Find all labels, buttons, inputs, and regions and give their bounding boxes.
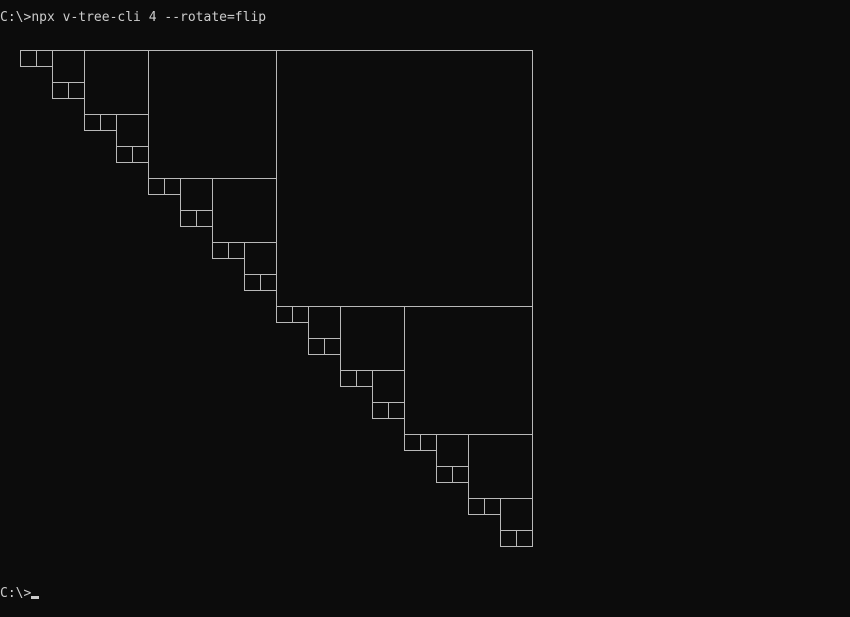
tree-square (340, 306, 405, 371)
tree-square (260, 274, 277, 291)
tree-square (500, 530, 517, 547)
tree-square (228, 242, 245, 259)
tree-square (468, 434, 533, 499)
tree-square (500, 530, 517, 547)
tree-square (484, 498, 501, 515)
tree-square (212, 178, 277, 243)
tree-square (180, 210, 197, 227)
tree-square (68, 82, 85, 99)
tree-square (196, 210, 213, 227)
tree-square (36, 50, 53, 67)
tree-square (100, 114, 117, 131)
tree-square (52, 50, 85, 83)
tree-square (516, 530, 533, 547)
tree-square (372, 370, 405, 403)
tree-square (356, 370, 373, 387)
tree-square (148, 50, 277, 179)
tree-square (452, 466, 469, 483)
tree-square (308, 306, 341, 339)
tree-square (308, 338, 325, 355)
tree-square (500, 498, 533, 531)
tree-square (164, 178, 181, 195)
terminal-window[interactable]: C:\>npx v-tree-cli 4 --rotate=flip C:\> (0, 0, 850, 617)
tree-square (212, 242, 229, 259)
tree-square (276, 50, 533, 307)
tree-square (468, 498, 485, 515)
tree-square (148, 178, 165, 195)
tree-square (84, 50, 149, 115)
tree-square (244, 242, 277, 275)
tree-square (420, 434, 437, 451)
tree-square (436, 434, 469, 467)
tree-square (436, 466, 453, 483)
tree-square (20, 50, 37, 67)
tree-square (276, 306, 293, 323)
tree-square (132, 146, 149, 163)
tree-square (52, 82, 69, 99)
tree-square (116, 114, 149, 147)
tree-square (404, 434, 421, 451)
tree-square (292, 306, 309, 323)
tree-square (244, 274, 261, 291)
tree-square (84, 114, 101, 131)
tree-square (180, 178, 213, 211)
text-cursor (31, 596, 40, 599)
current-prompt: C:\> (0, 586, 32, 601)
prompt-line[interactable]: C:\> (0, 586, 40, 602)
tree-square (116, 146, 133, 163)
tree-square (372, 402, 389, 419)
tree-square (404, 306, 533, 435)
tree-square (388, 402, 405, 419)
tree-square (324, 338, 341, 355)
tree-square (340, 370, 357, 387)
v-tree-output (20, 50, 533, 547)
